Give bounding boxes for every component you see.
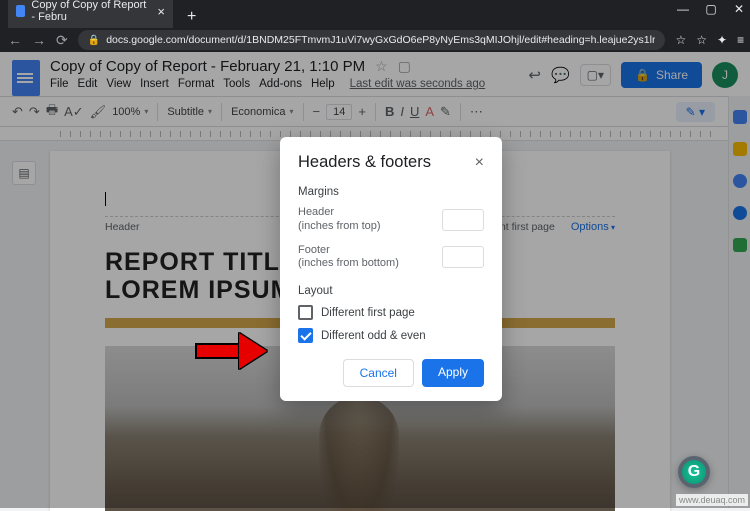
diff-odd-even-label: Different odd & even bbox=[321, 330, 426, 342]
margins-section-label: Margins bbox=[298, 186, 484, 198]
cancel-button[interactable]: Cancel bbox=[343, 359, 414, 387]
dialog-close-icon[interactable]: × bbox=[475, 154, 484, 172]
grammarly-icon[interactable]: G bbox=[678, 456, 710, 488]
footer-field-sub: (inches from bottom) bbox=[298, 257, 399, 271]
apply-button[interactable]: Apply bbox=[422, 359, 484, 387]
watermark: www.deuaq.com bbox=[676, 494, 748, 506]
footer-margin-input[interactable] bbox=[442, 246, 484, 268]
close-icon[interactable]: ✕ bbox=[732, 2, 746, 16]
maximize-icon[interactable]: ▢ bbox=[704, 2, 718, 16]
star-icon[interactable]: ☆ bbox=[696, 33, 707, 47]
footer-field-label: Footer bbox=[298, 244, 399, 258]
url-input[interactable]: 🔒 docs.google.com/document/d/1BNDM25FTmv… bbox=[78, 30, 666, 50]
settings-ext-icon[interactable]: ≡ bbox=[737, 33, 744, 47]
docs-favicon bbox=[16, 5, 25, 17]
header-field-label: Header bbox=[298, 206, 381, 220]
diff-odd-even-checkbox[interactable] bbox=[298, 328, 313, 343]
tab-title: Copy of Copy of Report - Febru bbox=[31, 0, 151, 23]
diff-first-label: Different first page bbox=[321, 307, 415, 319]
browser-tab[interactable]: Copy of Copy of Report - Febru × bbox=[8, 0, 173, 28]
dialog-title: Headers & footers bbox=[298, 153, 431, 172]
minimize-icon[interactable]: — bbox=[676, 2, 690, 16]
header-margin-input[interactable] bbox=[442, 209, 484, 231]
tab-strip: Copy of Copy of Report - Febru × + — ▢ ✕ bbox=[0, 0, 750, 28]
forward-icon[interactable]: → bbox=[32, 32, 46, 48]
address-bar: ← → ⟳ 🔒 docs.google.com/document/d/1BNDM… bbox=[0, 28, 750, 52]
new-tab-button[interactable]: + bbox=[181, 6, 202, 28]
tab-close-icon[interactable]: × bbox=[157, 4, 165, 19]
window-controls: — ▢ ✕ bbox=[676, 2, 746, 16]
annotation-arrow bbox=[195, 336, 275, 366]
share-chrome-icon[interactable]: ☆ bbox=[675, 33, 686, 47]
headers-footers-dialog: Headers & footers × Margins Header (inch… bbox=[280, 137, 502, 401]
back-icon[interactable]: ← bbox=[8, 32, 22, 48]
lock-icon: 🔒 bbox=[88, 35, 100, 46]
extensions-icon[interactable]: ✦ bbox=[717, 33, 727, 47]
layout-section-label: Layout bbox=[298, 285, 484, 297]
header-field-sub: (inches from top) bbox=[298, 220, 381, 234]
url-text: docs.google.com/document/d/1BNDM25FTmvmJ… bbox=[106, 34, 655, 46]
browser-chrome: Copy of Copy of Report - Febru × + — ▢ ✕… bbox=[0, 0, 750, 52]
diff-first-checkbox[interactable] bbox=[298, 305, 313, 320]
reload-icon[interactable]: ⟳ bbox=[56, 32, 68, 49]
